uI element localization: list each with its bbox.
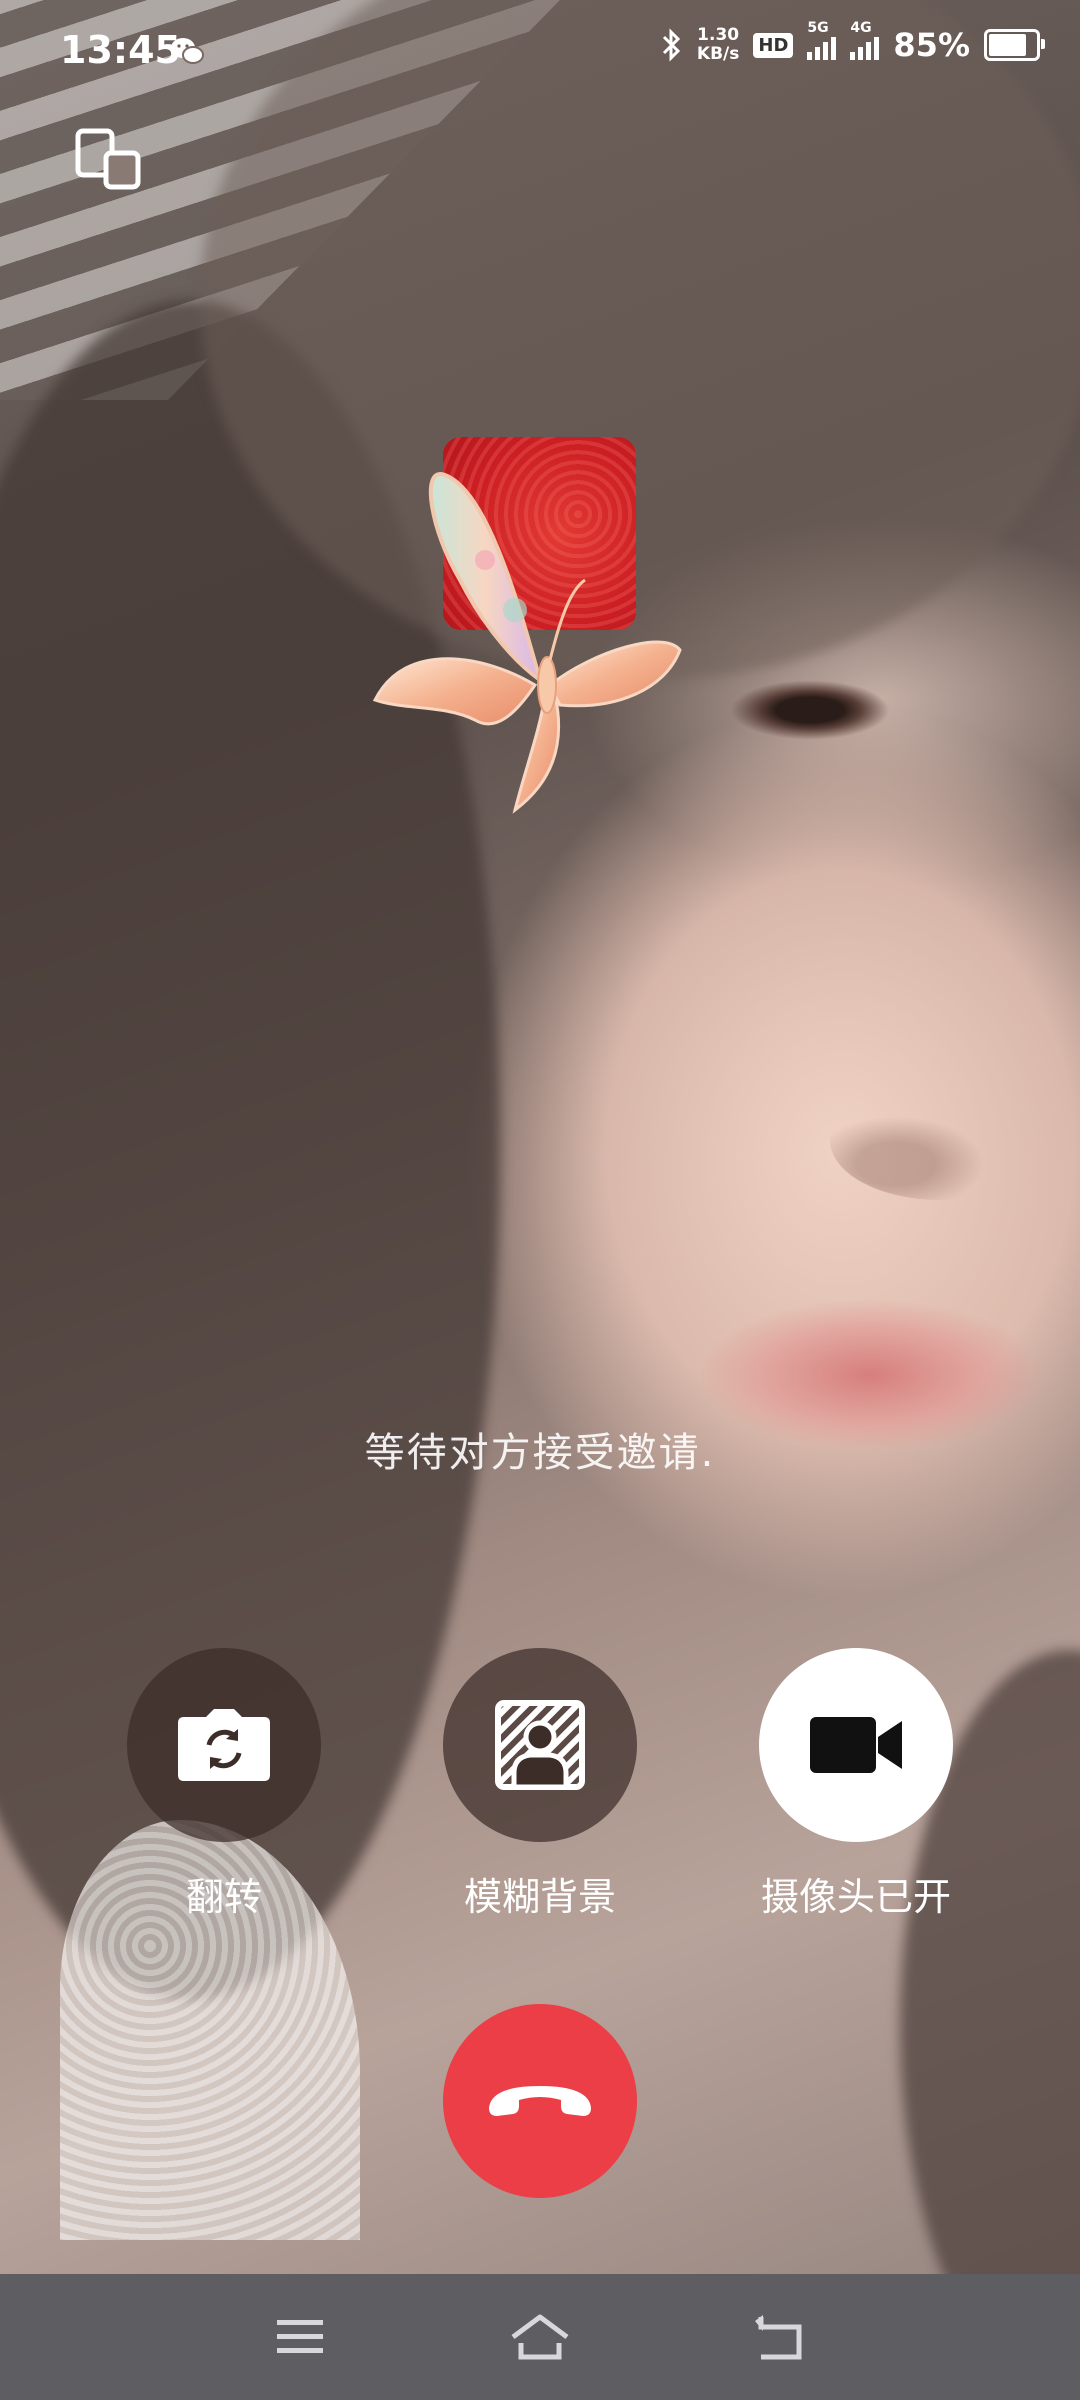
network-speed-value: 1.30 bbox=[697, 25, 740, 45]
camera-toggle-label: 摄像头已开 bbox=[760, 1875, 951, 1919]
wechat-icon bbox=[171, 38, 204, 64]
nav-home-button[interactable] bbox=[505, 2302, 575, 2372]
flip-camera-icon bbox=[178, 1709, 270, 1781]
signal-4g: 4G bbox=[850, 20, 880, 60]
hangup-icon bbox=[489, 2086, 591, 2116]
status-time: 13:45 bbox=[60, 28, 181, 72]
status-bar: 13:45 1.30 KB/s HD 5G 4G 85% bbox=[0, 0, 1080, 110]
flip-camera-button[interactable] bbox=[127, 1648, 321, 1842]
hangup-button[interactable] bbox=[443, 2004, 637, 2198]
nav-menu-button[interactable] bbox=[265, 2302, 335, 2372]
battery-fill bbox=[989, 34, 1027, 56]
signal-5g-label: 5G bbox=[807, 20, 829, 36]
video-call-screen: 13:45 1.30 KB/s HD 5G 4G 85% 等待对方接受邀请. 翻… bbox=[0, 0, 1080, 2400]
face-nose bbox=[830, 1080, 1050, 1200]
signal-4g-label: 4G bbox=[850, 20, 872, 36]
menu-icon bbox=[277, 2320, 323, 2353]
flip-camera-label: 翻转 bbox=[185, 1875, 262, 1919]
home-icon bbox=[511, 2314, 569, 2360]
network-speed: 1.30 KB/s bbox=[697, 26, 739, 64]
back-icon bbox=[755, 2315, 802, 2360]
blur-background-icon bbox=[495, 1700, 585, 1790]
navigation-bar bbox=[0, 2274, 1080, 2400]
blur-background-label: 模糊背景 bbox=[463, 1875, 616, 1919]
network-speed-unit: KB/s bbox=[696, 44, 740, 64]
call-status-text: 等待对方接受邀请. bbox=[364, 1430, 716, 1476]
blur-background-button[interactable] bbox=[443, 1648, 637, 1842]
video-camera-icon bbox=[810, 1717, 902, 1773]
hd-badge: HD bbox=[753, 32, 794, 58]
face-eye bbox=[730, 680, 890, 740]
camera-toggle-button[interactable] bbox=[759, 1648, 953, 1842]
butterfly-sticker bbox=[372, 472, 682, 814]
battery-percent: 85% bbox=[893, 26, 970, 64]
switch-window-icon[interactable] bbox=[75, 128, 141, 190]
signal-5g: 5G bbox=[807, 20, 837, 60]
battery-icon bbox=[984, 29, 1045, 61]
nav-back-button[interactable] bbox=[745, 2302, 815, 2372]
bluetooth-icon bbox=[662, 28, 681, 62]
status-right: 1.30 KB/s HD 5G 4G 85% bbox=[661, 20, 1045, 64]
